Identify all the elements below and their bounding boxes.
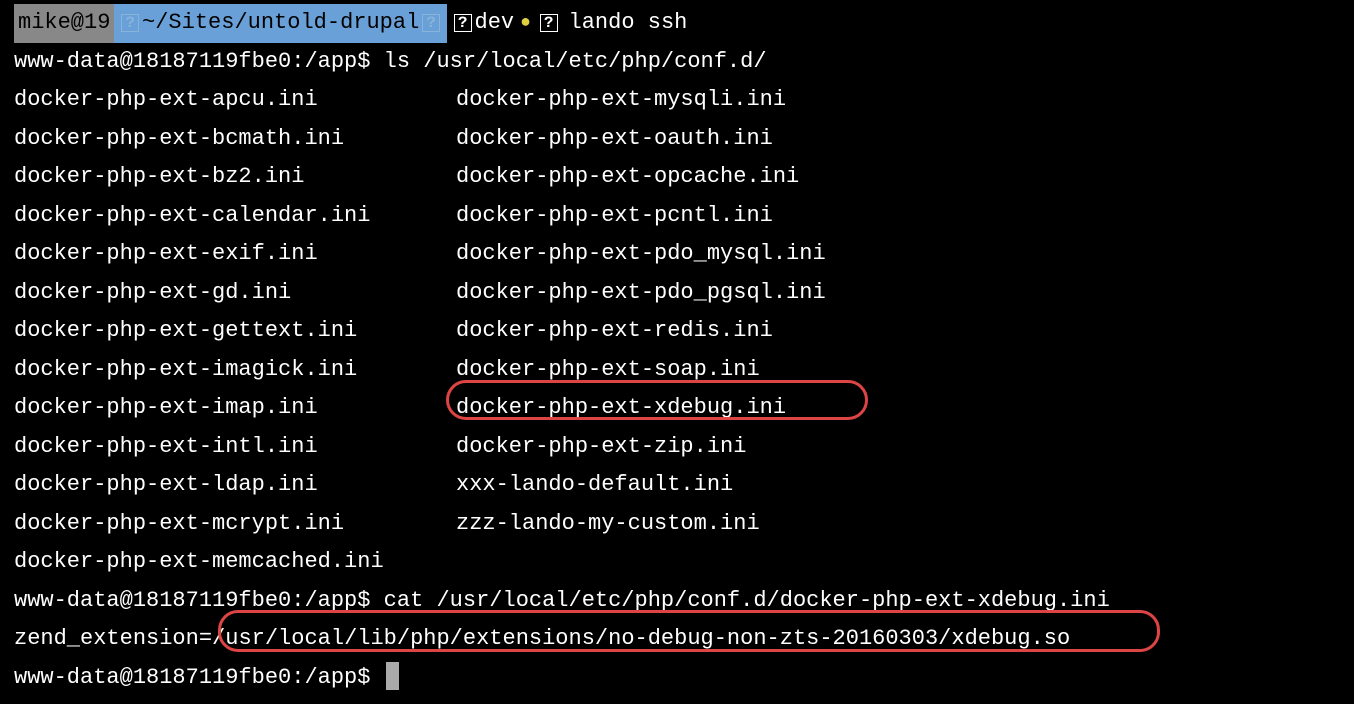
list-item: zzz-lando-my-custom.ini bbox=[456, 505, 1340, 544]
list-item: docker-php-ext-pdo_mysql.ini bbox=[456, 235, 1340, 274]
list-item: docker-php-ext-gettext.ini bbox=[14, 312, 456, 351]
list-item: docker-php-ext-mcrypt.ini bbox=[14, 505, 456, 544]
list-item: docker-php-ext-redis.ini bbox=[456, 312, 1340, 351]
list-item: docker-php-ext-imap.ini bbox=[14, 389, 456, 428]
list-item: docker-php-ext-imagick.ini bbox=[14, 351, 456, 390]
branch-icon: ? bbox=[454, 14, 472, 32]
cat-output: zend_extension=/usr/local/lib/php/extens… bbox=[14, 620, 1340, 659]
status-path: ? ~/Sites/untold-drupal ? bbox=[114, 4, 446, 43]
status-bar: mike@19 ? ~/Sites/untold-drupal ? ? dev … bbox=[14, 4, 1340, 43]
list-item: docker-php-ext-pdo_pgsql.ini bbox=[456, 274, 1340, 313]
list-item: docker-php-ext-memcached.ini bbox=[14, 543, 456, 582]
cursor[interactable] bbox=[386, 662, 399, 690]
status-user-host: mike@19 bbox=[14, 4, 114, 43]
list-item: docker-php-ext-soap.ini bbox=[456, 351, 1340, 390]
prompt-user: www-data@18187119fbe0:/app$ bbox=[14, 588, 370, 613]
dirty-dot-icon: ● bbox=[514, 8, 537, 40]
list-item: docker-php-ext-opcache.ini bbox=[456, 158, 1340, 197]
prompt-user: www-data@18187119fbe0:/app$ bbox=[14, 665, 370, 690]
list-item: xxx-lando-default.ini bbox=[456, 466, 1340, 505]
ls-output: docker-php-ext-apcu.ini docker-php-ext-b… bbox=[14, 81, 1340, 582]
list-item: docker-php-ext-gd.ini bbox=[14, 274, 456, 313]
path-end-icon: ? bbox=[422, 14, 440, 32]
list-item: docker-php-ext-apcu.ini bbox=[14, 81, 456, 120]
ls-col-2: docker-php-ext-mysqli.ini docker-php-ext… bbox=[456, 81, 1340, 582]
prompt-line-1: www-data@18187119fbe0:/app$ ls /usr/loca… bbox=[14, 43, 1340, 82]
list-item: docker-php-ext-calendar.ini bbox=[14, 197, 456, 236]
list-item: docker-php-ext-pcntl.ini bbox=[456, 197, 1340, 236]
list-item: docker-php-ext-bcmath.ini bbox=[14, 120, 456, 159]
prompt-command: cat /usr/local/etc/php/conf.d/docker-php… bbox=[384, 588, 1110, 613]
prompt-line-2: www-data@18187119fbe0:/app$ cat /usr/loc… bbox=[14, 582, 1340, 621]
zend-prefix: zend_extension= bbox=[14, 626, 212, 651]
list-item: docker-php-ext-oauth.ini bbox=[456, 120, 1340, 159]
list-item: docker-php-ext-bz2.ini bbox=[14, 158, 456, 197]
folder-icon: ? bbox=[121, 14, 139, 32]
prompt-user: www-data@18187119fbe0:/app$ bbox=[14, 49, 370, 74]
list-item: docker-php-ext-ldap.ini bbox=[14, 466, 456, 505]
terminal[interactable]: mike@19 ? ~/Sites/untold-drupal ? ? dev … bbox=[0, 0, 1354, 701]
zend-path: /usr/local/lib/php/extensions/no-debug-n… bbox=[212, 626, 1070, 651]
ls-col-1: docker-php-ext-apcu.ini docker-php-ext-b… bbox=[14, 81, 456, 582]
branch-name: dev bbox=[475, 4, 515, 43]
status-path-text: ~/Sites/untold-drupal bbox=[142, 4, 419, 43]
status-command: lando ssh bbox=[565, 4, 688, 43]
list-item: docker-php-ext-exif.ini bbox=[14, 235, 456, 274]
prompt-line-3: www-data@18187119fbe0:/app$ bbox=[14, 659, 1340, 698]
list-item: docker-php-ext-intl.ini bbox=[14, 428, 456, 467]
status-branch: ? dev ● ? bbox=[447, 4, 565, 43]
list-item: docker-php-ext-mysqli.ini bbox=[456, 81, 1340, 120]
list-item-xdebug: docker-php-ext-xdebug.ini bbox=[456, 389, 1340, 428]
branch-end-icon: ? bbox=[540, 14, 558, 32]
prompt-command: ls /usr/local/etc/php/conf.d/ bbox=[384, 49, 767, 74]
list-item: docker-php-ext-zip.ini bbox=[456, 428, 1340, 467]
